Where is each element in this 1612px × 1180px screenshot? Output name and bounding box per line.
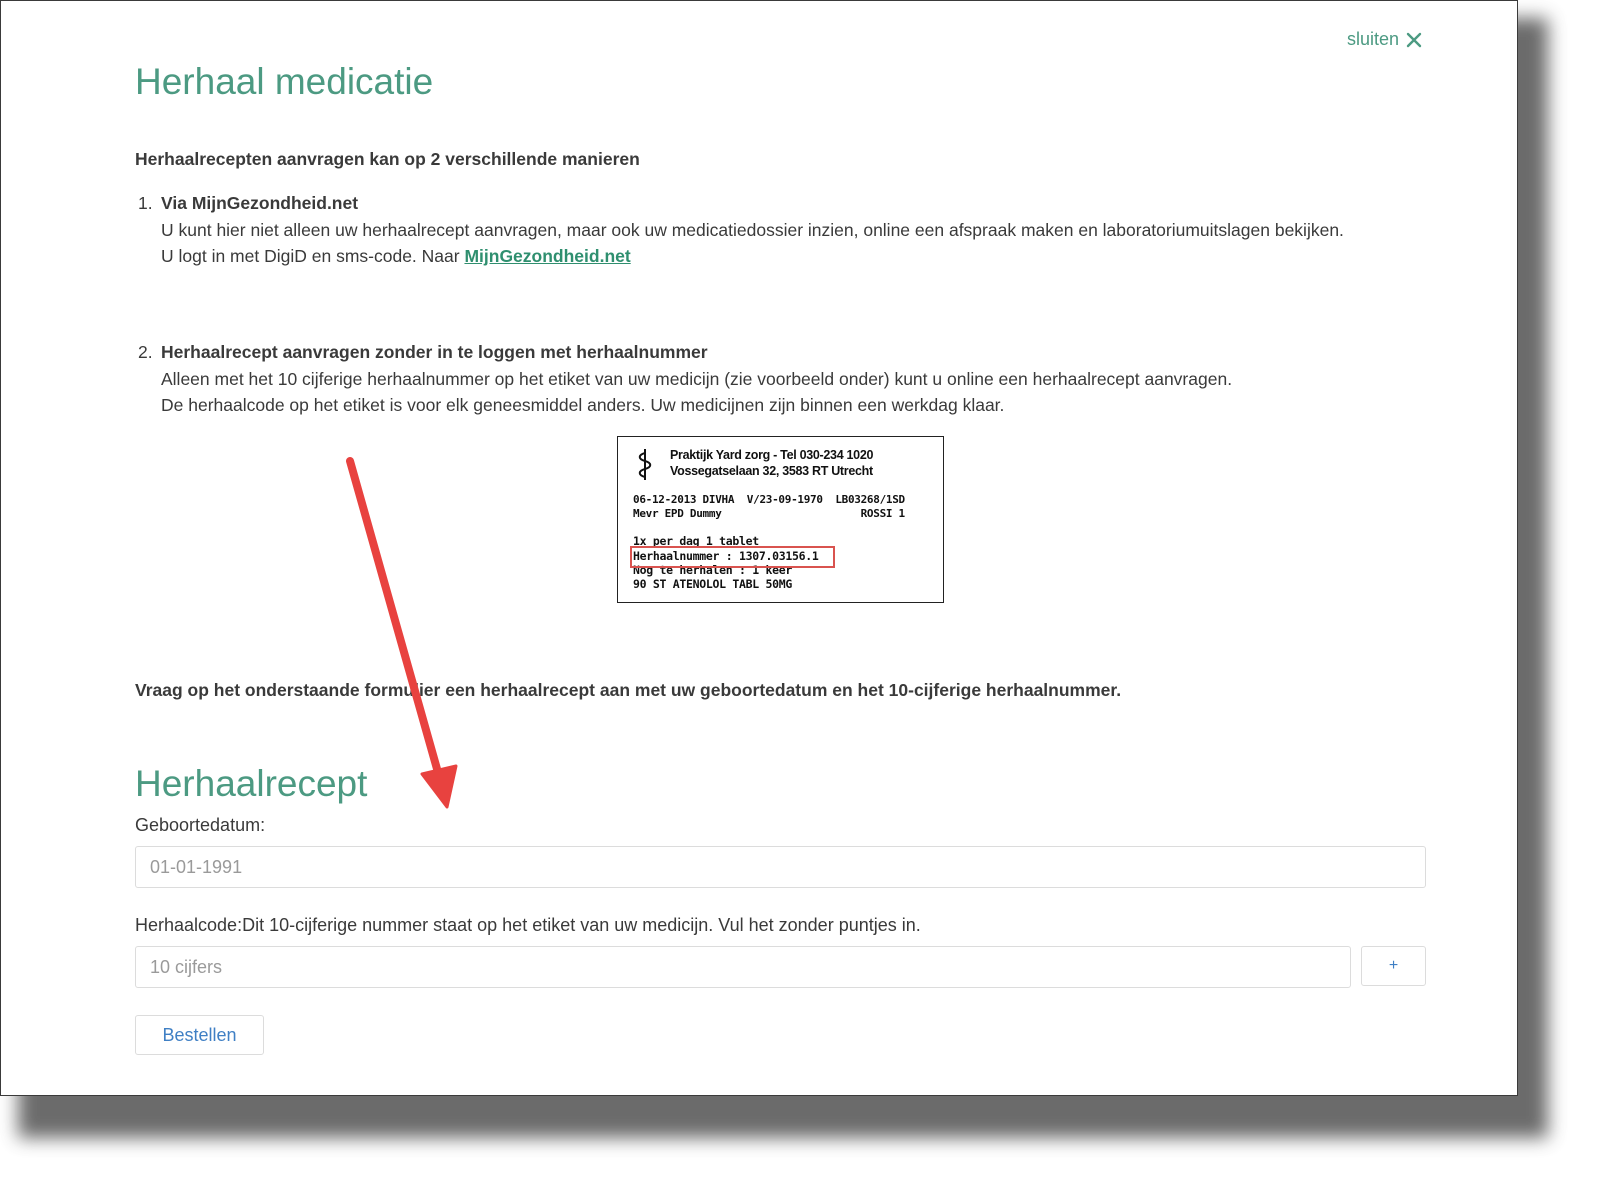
option-number: 2. [138, 342, 153, 362]
birthdate-input[interactable] [135, 846, 1426, 888]
add-code-button[interactable]: + [1361, 946, 1426, 986]
medication-dialog: sluiten Herhaal medicatie Herhaalrecepte… [0, 0, 1518, 1096]
repeat-code-label: Herhaalcode:Dit 10-cijferige nummer staa… [135, 915, 921, 935]
option-text-line-1: Alleen met het 10 cijferige herhaalnumme… [161, 368, 1233, 389]
label-line-address: Vossegatselaan 32, 3583 RT Utrecht [670, 464, 873, 478]
mijngezondheid-link[interactable]: MijnGezondheid.net [464, 246, 630, 266]
repeat-code-input[interactable] [135, 946, 1351, 988]
option-number: 1. [138, 193, 153, 213]
medication-label-example: Praktijk Yard zorg - Tel 030-234 1020 Vo… [617, 436, 944, 603]
label-line-practice: Praktijk Yard zorg - Tel 030-234 1020 [670, 448, 874, 462]
page-title: Herhaal medicatie [135, 61, 434, 102]
option-text-line-2: De herhaalcode op het etiket is voor elk… [161, 395, 1005, 415]
close-link[interactable]: sluiten [1347, 29, 1423, 50]
intro-text: Herhaalrecepten aanvragen kan op 2 versc… [135, 149, 640, 169]
label-line-patient: Mevr EPD Dummy ROSSI 1 [633, 507, 905, 520]
option-text: U kunt hier niet alleen uw herhaalrecept… [161, 219, 1344, 267]
option-mijngezondheid: 1. Via MijnGezondheid.net U kunt hier ni… [138, 190, 1361, 270]
close-label: sluiten [1346, 29, 1399, 49]
option-heading: Via MijnGezondheid.net [161, 193, 359, 213]
caduceus-icon [638, 449, 652, 480]
label-line-date: 06-12-2013 DIVHA V/23-09-1970 LB03268/1S… [633, 493, 905, 506]
repeat-number-highlight [630, 546, 835, 568]
form-intro-text: Vraag op het onderstaande formulier een … [135, 680, 1122, 700]
birthdate-label: Geboortedatum: [135, 815, 266, 835]
close-icon [1406, 32, 1422, 47]
form-title: Herhaalrecept [135, 763, 368, 804]
order-button[interactable]: Bestellen [135, 1015, 264, 1055]
label-line-medicine: 90 ST ATENOLOL TABL 50MG [633, 577, 792, 591]
option-description: U kunt hier niet alleen uw herhaalrecept… [161, 217, 1361, 270]
option-heading: Herhaalrecept aanvragen zonder in te log… [161, 342, 708, 362]
option-herhaalnummer: 2. Herhaalrecept aanvragen zonder in te … [138, 339, 1361, 419]
